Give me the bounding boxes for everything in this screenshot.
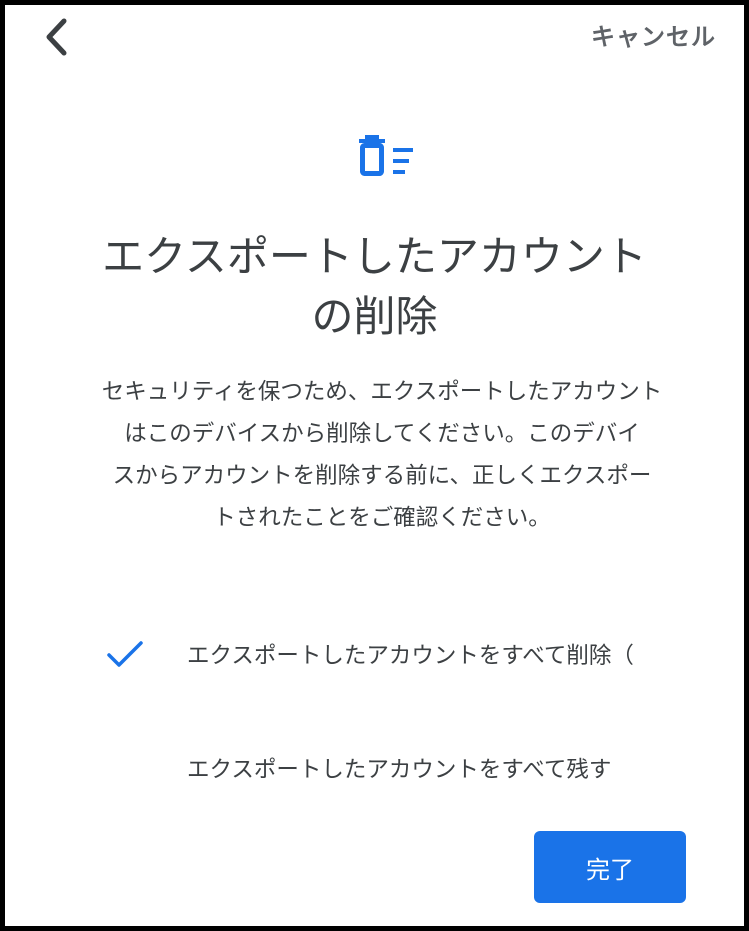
- checkmark-icon: [107, 641, 143, 667]
- back-button[interactable]: [35, 15, 79, 59]
- option-check-slot: [105, 737, 187, 799]
- description-line-2: はこのデバイスから削除してください。このデバイ: [124, 421, 640, 447]
- page-title-line-2: の削除: [311, 292, 438, 341]
- option-label: エクスポートしたアカウントをすべて残す: [187, 757, 612, 783]
- page-title-line-1: エクスポートしたアカウント: [102, 232, 647, 281]
- option-keep-all[interactable]: エクスポートしたアカウントをすべて残す: [105, 737, 700, 799]
- description-line-4: トされたことをご確認ください。: [213, 505, 551, 531]
- option-label: エクスポートしたアカウントをすべて削除（: [187, 643, 634, 669]
- option-delete-all[interactable]: エクスポートしたアカウントをすべて削除（: [105, 623, 700, 685]
- options-list: エクスポートしたアカウントをすべて削除（ エクスポートしたアカウントをすべて残す: [105, 623, 700, 851]
- done-button[interactable]: 完了: [534, 831, 686, 903]
- option-check-slot: [105, 623, 187, 685]
- description-line-3: スからアカウントを削除する前に、正しくエクスポー: [112, 463, 652, 489]
- description-text: セキュリティを保つため、エクスポートしたアカウント はこのデバイスから削除してく…: [67, 371, 697, 539]
- description-line-1: セキュリティを保つため、エクスポートしたアカウント: [101, 379, 663, 405]
- screen: キャンセル エクスポートしたアカウント の削除 セキュリティを保つため、エクスポ…: [5, 5, 744, 926]
- page-title: エクスポートしたアカウント の削除: [45, 227, 704, 347]
- delete-sweep-icon: [359, 135, 413, 176]
- cancel-button[interactable]: キャンセル: [591, 17, 716, 57]
- chevron-left-icon: [46, 18, 67, 56]
